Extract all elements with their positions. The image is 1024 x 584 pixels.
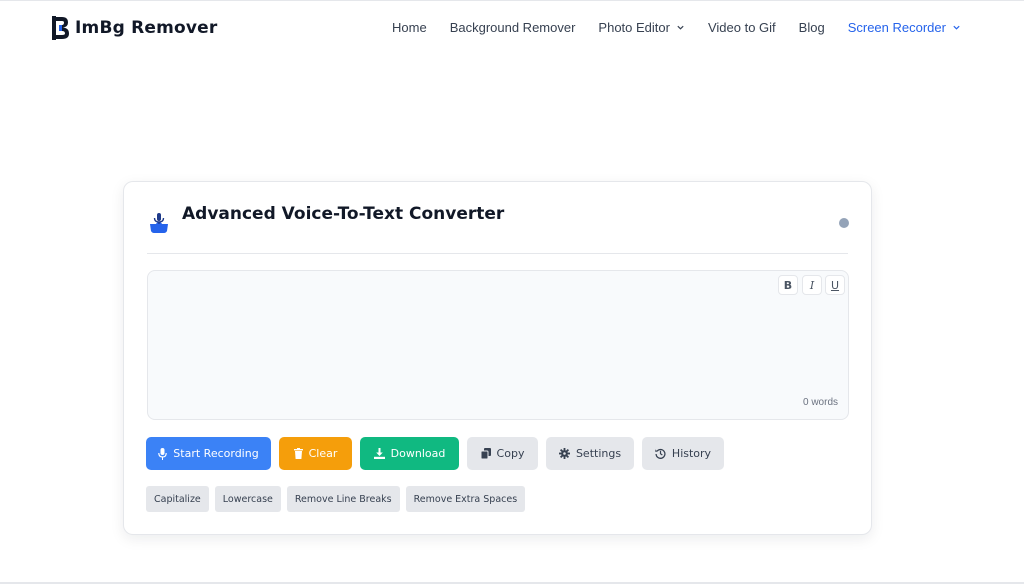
text-transform-bar: Capitalize Lowercase Remove Line Breaks …	[146, 486, 531, 512]
nav-label: Screen Recorder	[847, 19, 946, 35]
transcript-editor[interactable]: B I U 0 words	[147, 270, 849, 420]
capitalize-button[interactable]: Capitalize	[146, 486, 209, 512]
button-label: History	[671, 447, 712, 460]
nav-video-to-gif[interactable]: Video to Gif	[708, 20, 776, 35]
nav-label: Video to Gif	[707, 19, 776, 35]
button-label: Clear	[308, 447, 338, 460]
voice-to-text-card: Advanced Voice-To-Text Converter B I U 0…	[123, 181, 872, 535]
download-button[interactable]: Download	[360, 437, 459, 470]
gear-icon	[558, 448, 570, 459]
button-label: Copy	[496, 447, 525, 460]
action-bar: Start Recording Clear Download Copy Sett…	[146, 437, 724, 470]
chevron-down-icon	[953, 25, 960, 30]
start-recording-button[interactable]: Start Recording	[146, 437, 271, 470]
button-label: Settings	[575, 447, 622, 460]
remove-extra-spaces-button[interactable]: Remove Extra Spaces	[405, 486, 526, 512]
recording-status-dot	[839, 218, 849, 228]
remove-line-breaks-button[interactable]: Remove Line Breaks	[286, 486, 400, 512]
card-header: Advanced Voice-To-Text Converter	[124, 182, 871, 254]
nav-background-remover[interactable]: Background Remover	[450, 20, 576, 35]
card-title: Advanced Voice-To-Text Converter	[182, 204, 505, 224]
bold-button[interactable]: B	[778, 275, 798, 295]
history-icon	[655, 448, 666, 459]
nav-screen-recorder[interactable]: Screen Recorder	[848, 20, 961, 35]
button-label: Download	[390, 447, 446, 460]
nav-label: Blog	[798, 19, 825, 35]
lowercase-button[interactable]: Lowercase	[214, 486, 281, 512]
microphone-icon	[158, 447, 168, 460]
button-label: Start Recording	[173, 447, 259, 460]
chevron-down-icon	[677, 25, 684, 30]
brand-name: ImBg Remover	[75, 18, 218, 38]
nav-blog[interactable]: Blog	[799, 20, 825, 35]
download-icon	[373, 448, 385, 459]
nav-label: Photo Editor	[598, 19, 670, 35]
trash-icon	[293, 448, 303, 459]
brand-logo[interactable]: ImBg Remover	[52, 14, 218, 42]
site-header: ImBg Remover Home Background Remover Pho…	[0, 0, 1024, 56]
copy-button[interactable]: Copy	[467, 437, 538, 470]
nav-label: Background Remover	[449, 19, 576, 35]
main-nav: Home Background Remover Photo Editor Vid…	[392, 18, 961, 36]
clear-button[interactable]: Clear	[279, 437, 352, 470]
underline-button[interactable]: U	[825, 275, 845, 295]
history-button[interactable]: History	[642, 437, 724, 470]
italic-button[interactable]: I	[802, 275, 822, 295]
voice-input-icon	[150, 213, 168, 233]
copy-icon	[480, 448, 491, 459]
nav-label: Home	[392, 19, 427, 35]
nav-photo-editor[interactable]: Photo Editor	[598, 20, 685, 35]
word-count: 0 words	[802, 397, 838, 408]
settings-button[interactable]: Settings	[546, 437, 634, 470]
header-divider	[147, 253, 848, 254]
nav-home[interactable]: Home	[392, 20, 427, 35]
brand-logo-icon	[52, 16, 69, 40]
